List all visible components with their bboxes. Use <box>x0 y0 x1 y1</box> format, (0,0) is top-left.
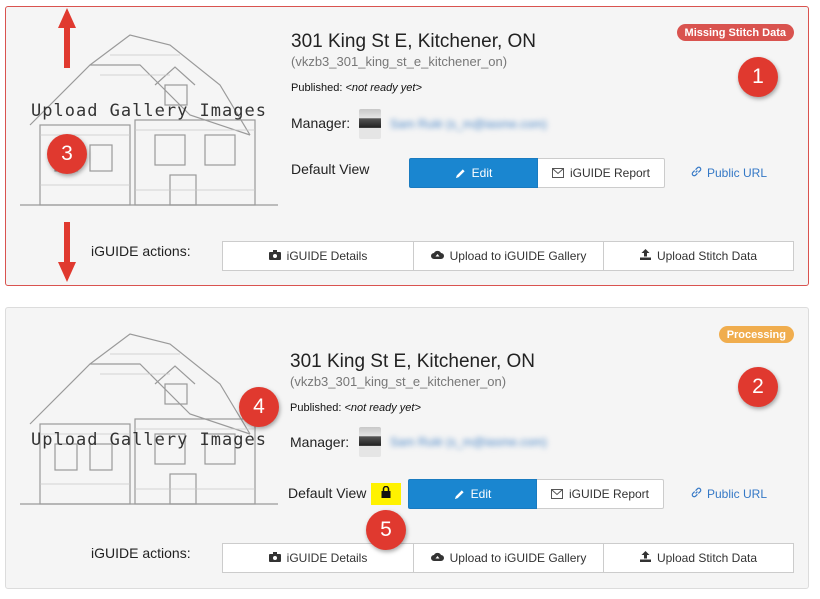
published-info: Published: <not ready yet> <box>291 82 422 94</box>
published-info: Published: <not ready yet> <box>290 402 421 414</box>
report-label: iGUIDE Report <box>568 487 650 501</box>
manager-label: Manager: <box>291 115 351 131</box>
upload-stitch-button[interactable]: Upload Stitch Data <box>603 543 794 573</box>
status-badge: Processing <box>718 326 794 343</box>
edit-button[interactable]: Edit <box>408 479 537 509</box>
manager-avatar <box>359 427 381 457</box>
published-label: Published: <box>290 402 342 414</box>
listing-address[interactable]: 301 King St E, Kitchener, ON <box>291 31 536 53</box>
status-badge: Missing Stitch Data <box>676 24 794 41</box>
upload-gallery-button[interactable]: Upload to iGUIDE Gallery <box>413 241 604 271</box>
listing-thumbnail[interactable]: Upload Gallery Images <box>20 324 278 510</box>
annotation-marker-5: 5 <box>366 510 406 550</box>
cloud-upload-icon <box>430 551 444 565</box>
envelope-icon <box>550 489 563 499</box>
cloud-upload-icon <box>430 249 444 263</box>
listing-card-1: Upload Gallery Images 301 King St E, Kit… <box>5 6 809 286</box>
published-value: <not ready yet> <box>344 402 421 414</box>
public-url-link[interactable]: Public URL <box>691 487 767 501</box>
camera-icon <box>268 249 281 263</box>
iguide-actions-label: iGUIDE actions: <box>91 545 191 561</box>
manager-label: Manager: <box>290 434 350 450</box>
edit-label: Edit <box>470 487 492 501</box>
published-label: Published: <box>291 82 343 94</box>
default-view-label: Default View <box>288 485 367 501</box>
report-label: iGUIDE Report <box>569 166 651 180</box>
annotation-marker-3: 3 <box>47 134 87 174</box>
upload-icon <box>639 249 651 263</box>
pencil-icon <box>455 168 466 179</box>
link-icon <box>691 487 702 501</box>
default-view-label: Default View <box>291 161 370 177</box>
camera-icon <box>268 551 281 565</box>
house-sketch-icon <box>20 333 278 505</box>
iguide-details-label: iGUIDE Details <box>286 249 368 263</box>
listing-slug: (vkzb3_301_king_st_e_kitchener_on) <box>290 374 507 389</box>
manager-avatar <box>359 109 381 139</box>
listing-address[interactable]: 301 King St E, Kitchener, ON <box>290 351 535 373</box>
listing-card-2: Upload Gallery Images 301 King St E, Kit… <box>5 307 809 589</box>
upload-stitch-label: Upload Stitch Data <box>656 249 758 263</box>
upload-gallery-caption: Upload Gallery Images <box>31 101 267 121</box>
scroll-up-arrow-icon <box>58 8 76 68</box>
upload-gallery-button[interactable]: Upload to iGUIDE Gallery <box>413 543 604 573</box>
iguide-report-button[interactable]: iGUIDE Report <box>537 479 664 509</box>
published-value: <not ready yet> <box>345 82 422 94</box>
pencil-icon <box>454 489 465 500</box>
edit-label: Edit <box>471 166 493 180</box>
iguide-details-button[interactable]: iGUIDE Details <box>222 241 414 271</box>
annotation-marker-1: 1 <box>738 57 778 97</box>
public-url-label: Public URL <box>707 166 768 180</box>
manager-name[interactable]: Sam Rulé (s_m@iasme.com) <box>390 435 547 449</box>
lock-icon <box>381 485 391 503</box>
lock-highlight[interactable] <box>371 483 401 505</box>
upload-icon <box>639 551 651 565</box>
iguide-details-label: iGUIDE Details <box>286 551 368 565</box>
scroll-down-arrow-icon <box>58 222 76 282</box>
upload-gallery-label: Upload to iGUIDE Gallery <box>449 551 587 565</box>
upload-stitch-label: Upload Stitch Data <box>656 551 758 565</box>
upload-stitch-button[interactable]: Upload Stitch Data <box>603 241 794 271</box>
edit-button[interactable]: Edit <box>409 158 538 188</box>
upload-gallery-caption: Upload Gallery Images <box>31 430 267 450</box>
annotation-marker-4: 4 <box>239 387 279 427</box>
public-url-link[interactable]: Public URL <box>691 166 767 180</box>
envelope-icon <box>551 168 564 178</box>
iguide-report-button[interactable]: iGUIDE Report <box>538 158 665 188</box>
iguide-actions-label: iGUIDE actions: <box>91 243 191 259</box>
public-url-label: Public URL <box>707 487 768 501</box>
upload-gallery-label: Upload to iGUIDE Gallery <box>449 249 587 263</box>
link-icon <box>691 166 702 180</box>
manager-name[interactable]: Sam Rulé (s_m@iasme.com) <box>390 117 547 131</box>
listing-slug: (vkzb3_301_king_st_e_kitchener_on) <box>291 54 508 69</box>
annotation-marker-2: 2 <box>738 367 778 407</box>
